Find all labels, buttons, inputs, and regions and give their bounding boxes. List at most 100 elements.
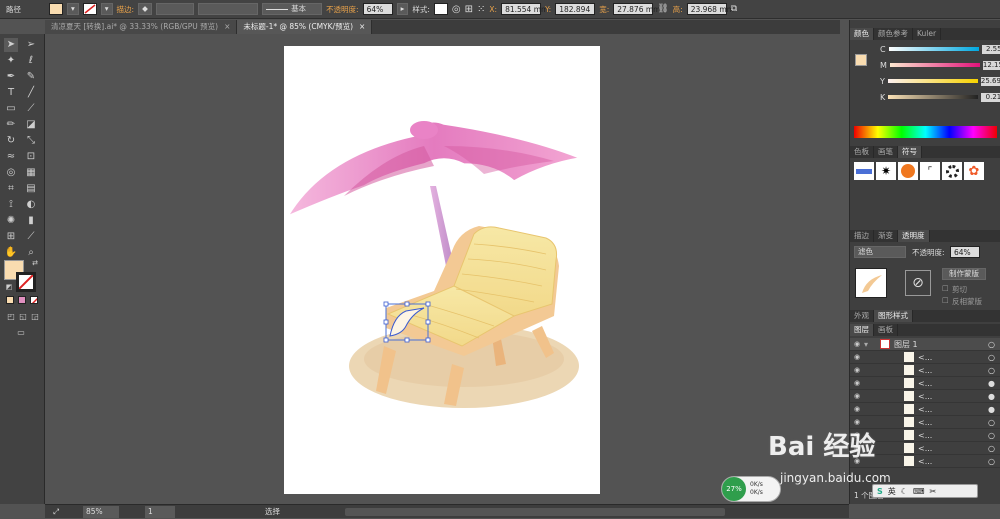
draw-inside-icon[interactable]: ◲ <box>28 310 42 324</box>
zoom-select[interactable]: 85% <box>83 506 119 518</box>
clip-checkbox[interactable]: ☐ <box>942 284 949 293</box>
black-value-field[interactable]: 0.21 <box>981 92 1000 102</box>
sublayer-target-icon[interactable]: ○ <box>988 457 995 466</box>
sublayer-name[interactable]: <... <box>918 431 932 440</box>
ime-toolbar[interactable]: S 英 ☾ ⌨ ✂ <box>872 484 978 498</box>
sublayer-target-icon[interactable]: ○ <box>988 353 995 362</box>
color-panel-fill-swatch[interactable] <box>855 54 867 66</box>
stroke-weight-stepper[interactable]: ◆ <box>138 3 153 15</box>
transform-icon[interactable]: ⧉ <box>731 4 737 14</box>
layer-sublayer-row[interactable]: ◉ <... ● <box>850 403 1000 416</box>
rectangle-tool-icon[interactable]: ▭ <box>4 102 18 116</box>
layer-target-icon[interactable]: ○ <box>988 340 995 349</box>
tab-kuler[interactable]: Kuler <box>913 28 942 40</box>
current-tool-label[interactable]: 选择 <box>265 505 280 519</box>
sublayer-target-icon[interactable]: ● <box>988 392 995 401</box>
blue-ribbon-icon[interactable] <box>854 162 874 180</box>
tab-brushes[interactable]: 画笔 <box>874 146 898 158</box>
pencil-tool-icon[interactable]: ✏ <box>4 118 18 132</box>
opacity-dropdown-icon[interactable]: ▸ <box>396 3 409 15</box>
tab-color[interactable]: 颜色 <box>850 28 874 40</box>
tab-swatches[interactable]: 色板 <box>850 146 874 158</box>
x-field[interactable]: 81.554 mm <box>501 3 548 15</box>
layer-sublayer-row[interactable]: ◉ <... ○ <box>850 364 1000 377</box>
tab-color-guide[interactable]: 颜色参考 <box>874 28 913 40</box>
sublayer-name[interactable]: <... <box>918 353 932 362</box>
magic-wand-tool-icon[interactable]: ✦ <box>4 54 18 68</box>
curvature-tool-icon[interactable]: ✎ <box>24 70 38 84</box>
transparency-opacity-field[interactable]: 64% <box>950 246 980 258</box>
ime-moon-icon[interactable]: ☾ <box>901 487 908 496</box>
tab-graphic-styles[interactable]: 图形样式 <box>874 310 913 322</box>
tab-doc-1-close-icon[interactable]: × <box>224 20 230 34</box>
speed-monitor-widget[interactable]: 27% 0K/s 0K/s <box>721 476 781 502</box>
black-slider[interactable] <box>888 95 979 99</box>
line-tool-icon[interactable]: ╱ <box>24 86 38 100</box>
y-field[interactable]: 182.894 <box>555 3 596 15</box>
perspective-grid-tool-icon[interactable]: ▦ <box>24 166 38 180</box>
tab-doc-2-close-icon[interactable]: × <box>359 20 365 34</box>
ime-keyboard-icon[interactable]: ⌨ <box>913 487 925 496</box>
gradient-mode-icon[interactable] <box>18 296 26 304</box>
brush-definition-dropdown[interactable]: 基本 <box>262 3 323 15</box>
visibility-eye-icon[interactable]: ◉ <box>850 418 864 426</box>
screen-mode-icon[interactable]: ▭ <box>14 326 28 340</box>
object-thumbnail[interactable] <box>855 268 887 298</box>
sublayer-target-icon[interactable]: ● <box>988 405 995 414</box>
make-mask-button[interactable]: 制作蒙版 <box>942 268 986 280</box>
ime-tools-icon[interactable]: ✂ <box>929 487 936 496</box>
artboard-number-field[interactable]: 1 <box>145 506 175 518</box>
sublayer-name[interactable]: <... <box>918 379 932 388</box>
black-ring-icon[interactable] <box>942 162 962 180</box>
reference-point-icon[interactable]: ⁙ <box>477 4 485 15</box>
fill-swatch[interactable] <box>49 3 63 15</box>
sublayer-name[interactable]: <... <box>918 444 932 453</box>
stroke-weight-field[interactable] <box>156 3 195 15</box>
layer-row-top[interactable]: ◉ ▾ 图层 1 ○ <box>850 338 1000 351</box>
stroke-color-box[interactable] <box>16 272 36 292</box>
tab-doc-2[interactable]: 未标题-1* @ 85% (CMYK/预览) × <box>237 20 373 34</box>
stroke-weight-label[interactable]: 描边: <box>117 4 135 15</box>
tab-artboards[interactable]: 画板 <box>874 324 898 336</box>
hand-tool-icon[interactable]: ✋ <box>4 246 18 260</box>
blend-mode-select[interactable]: 滤色 <box>854 246 906 258</box>
graphic-style-swatch[interactable] <box>433 3 448 15</box>
yellow-slider[interactable] <box>887 79 978 83</box>
tab-gradient[interactable]: 渐变 <box>874 230 898 242</box>
swap-colors-icon[interactable]: ⇄ <box>28 256 42 270</box>
height-field[interactable]: 23.968 mm <box>686 3 734 15</box>
opacity-field[interactable]: 64% <box>362 3 393 15</box>
sublayer-target-icon[interactable]: ○ <box>988 431 995 440</box>
tab-transparency[interactable]: 透明度 <box>898 230 930 242</box>
magenta-slider[interactable] <box>889 63 980 67</box>
visibility-eye-icon[interactable]: ◉ <box>850 405 864 413</box>
scale-tool-icon[interactable]: ⤡ <box>24 134 38 148</box>
gradient-tool-icon[interactable]: ▤ <box>24 182 38 196</box>
slice-tool-icon[interactable]: ⟋ <box>24 230 38 244</box>
eraser-tool-icon[interactable]: ◪ <box>24 118 38 132</box>
column-graph-tool-icon[interactable]: ▮ <box>24 214 38 228</box>
pen-tool-icon[interactable]: ✒ <box>4 70 18 84</box>
visibility-eye-icon[interactable]: ◉ <box>850 379 864 387</box>
color-spectrum-bar[interactable] <box>854 126 997 138</box>
artboard-tool-icon[interactable]: ⊞ <box>4 230 18 244</box>
fill-dropdown-icon[interactable]: ▾ <box>67 3 79 15</box>
stroke-swatch[interactable] <box>82 3 97 15</box>
recolor-artwork-icon[interactable]: ◎ <box>452 4 461 15</box>
blend-tool-icon[interactable]: ◐ <box>24 198 38 212</box>
color-mode-icon[interactable] <box>6 296 14 304</box>
width-field[interactable]: 27.876 mm <box>613 3 660 15</box>
ink-splat-icon[interactable]: ✷ <box>876 162 896 180</box>
align-to-icon[interactable]: ⊞ <box>465 4 473 15</box>
rotate-tool-icon[interactable]: ↻ <box>4 134 18 148</box>
tab-appearance[interactable]: 外观 <box>850 310 874 322</box>
default-colors-icon[interactable]: ◩ <box>2 280 16 294</box>
cyan-slider[interactable] <box>888 47 979 51</box>
tab-stroke[interactable]: 描边 <box>850 230 874 242</box>
stroke-dropdown-icon[interactable]: ▾ <box>100 3 113 15</box>
orange-flower-icon[interactable]: ✿ <box>964 162 984 180</box>
sublayer-name[interactable]: <... <box>918 457 932 466</box>
constrain-proportions-icon[interactable]: ⛓ <box>657 4 668 14</box>
sublayer-name[interactable]: <... <box>918 405 932 414</box>
eyedropper-tool-icon[interactable]: ⟟ <box>4 198 18 212</box>
